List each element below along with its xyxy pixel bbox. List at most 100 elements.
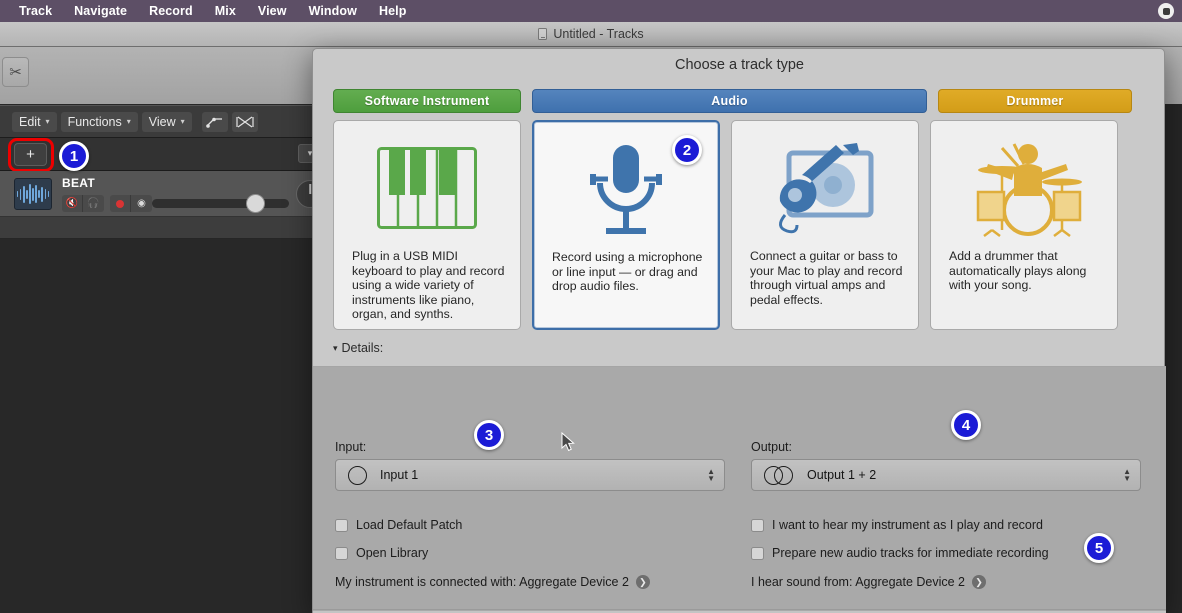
tab-drummer-label: Drummer	[1006, 94, 1064, 108]
checkbox-open-library[interactable]: Open Library	[335, 546, 428, 560]
volume-slider[interactable]	[152, 194, 289, 213]
checkbox-box[interactable]	[751, 546, 764, 560]
details-disclosure[interactable]: ▾ Details:	[333, 341, 383, 355]
stereo-output-icon	[764, 465, 794, 485]
output-device-text: I hear sound from: Aggregate Device 2	[751, 575, 966, 589]
disclosure-arrow-icon[interactable]: ❯	[972, 575, 987, 589]
new-track-dialog: Choose a track type Software Instrument …	[312, 48, 1166, 613]
card-guitar-description: Connect a guitar or bass to your Mac to …	[750, 249, 903, 307]
card-audio-description: Record using a microphone or line input …	[552, 250, 703, 294]
window-title-wrap: Untitled - Tracks	[538, 27, 644, 41]
output-value: Output 1 + 2	[807, 468, 877, 482]
dialog-details-pane: Input: Input 1 ▲ ▼ Output: Output 1 + 2 ▲…	[313, 367, 1166, 613]
checkbox-load-default-patch[interactable]: Load Default Patch	[335, 518, 462, 532]
track-type-tabs: Software Instrument Audio Drummer	[333, 89, 1146, 113]
mono-input-icon	[348, 465, 367, 485]
checkbox-open-library-label: Open Library	[356, 546, 429, 560]
track-name-label: BEAT	[62, 176, 95, 190]
checkbox-box[interactable]	[335, 546, 348, 560]
checkbox-prepare-tracks[interactable]: Prepare new audio tracks for immediate r…	[751, 546, 1049, 560]
card-guitar[interactable]: Connect a guitar or bass to your Mac to …	[731, 120, 919, 330]
input-monitor-icon[interactable]: ◉	[131, 195, 152, 212]
guitar-amp-icon	[732, 129, 918, 247]
card-drummer[interactable]: Add a drummer that automatically plays a…	[930, 120, 1118, 330]
document-icon	[538, 28, 548, 40]
footer-divider	[313, 609, 1166, 610]
input-select[interactable]: Input 1 ▲ ▼	[335, 459, 725, 491]
window-titlebar: Untitled - Tracks	[0, 22, 1182, 47]
tracks-area-background	[0, 217, 330, 239]
checkbox-box[interactable]	[751, 518, 764, 532]
scissors-icon[interactable]: ✂	[2, 57, 29, 87]
checkbox-hear-instrument-label: I want to hear my instrument as I play a…	[772, 518, 1043, 532]
annotation-badge-2: 2	[672, 135, 702, 165]
checkbox-box[interactable]	[335, 518, 348, 532]
audio-waveform-icon	[14, 178, 52, 210]
tracks-menu-view[interactable]: View ▾	[141, 111, 192, 132]
menu-item-view[interactable]: View	[247, 0, 298, 22]
tracks-menu-edit-label: Edit	[19, 114, 41, 129]
chevron-updown-icon: ▲ ▼	[1123, 467, 1131, 483]
drummer-icon	[931, 129, 1117, 247]
card-drummer-description: Add a drummer that automatically plays a…	[949, 249, 1087, 293]
tracks-menu-edit[interactable]: Edit ▾	[12, 111, 57, 132]
add-track-highlight-ring	[8, 138, 54, 172]
tab-drummer[interactable]: Drummer	[938, 89, 1132, 113]
mute-icon[interactable]: 🔇	[62, 195, 83, 212]
tracks-menu-functions-label: Functions	[67, 114, 122, 129]
menu-item-help[interactable]: Help	[368, 0, 418, 22]
instrument-device-link[interactable]: My instrument is connected with: Aggrega…	[335, 575, 650, 589]
automation-icon[interactable]	[201, 111, 228, 132]
tracks-toolbar: Edit ▾ Functions ▾ View ▾	[0, 105, 330, 138]
chevron-down-icon: ▾	[45, 117, 50, 126]
checkbox-prepare-tracks-label: Prepare new audio tracks for immediate r…	[772, 546, 1049, 560]
output-select[interactable]: Output 1 + 2 ▲ ▼	[751, 459, 1141, 491]
output-device-link[interactable]: I hear sound from: Aggregate Device 2 ❯	[751, 575, 987, 589]
chevron-down-icon: ▾	[126, 117, 131, 126]
checkbox-load-default-patch-label: Load Default Patch	[356, 518, 463, 532]
card-software-instrument-description: Plug in a USB MIDI keyboard to play and …	[352, 249, 505, 322]
tracks-menu-view-label: View	[148, 114, 176, 129]
tab-software-instrument-label: Software Instrument	[364, 94, 490, 108]
input-value: Input 1	[380, 468, 419, 482]
card-software-instrument[interactable]: Plug in a USB MIDI keyboard to play and …	[333, 120, 521, 330]
record-enable-icon[interactable]	[110, 195, 131, 212]
volume-slider-knob[interactable]	[246, 194, 265, 213]
menu-item-navigate[interactable]: Navigate	[63, 0, 138, 22]
tracks-tool-icons	[201, 111, 258, 132]
disclosure-arrow-icon[interactable]: ❯	[635, 575, 650, 589]
menu-bar: Track Navigate Record Mix View Window He…	[0, 0, 1182, 22]
track-mute-solo-group: 🔇 🎧	[62, 195, 104, 212]
menu-item-mix[interactable]: Mix	[204, 0, 247, 22]
annotation-badge-5: 5	[1084, 533, 1114, 563]
input-label: Input:	[335, 440, 367, 454]
chevron-down-icon: ▾	[180, 117, 185, 126]
piano-keys-icon	[334, 129, 520, 247]
dialog-title: Choose a track type	[675, 57, 804, 73]
details-label: Details:	[341, 341, 384, 355]
headphones-icon[interactable]: 🎧	[83, 195, 104, 212]
page-title: Untitled - Tracks	[553, 27, 644, 41]
screen-root: Track Navigate Record Mix View Window He…	[0, 0, 1182, 613]
tab-audio[interactable]: Audio	[532, 89, 927, 113]
output-label: Output:	[751, 440, 792, 454]
annotation-badge-4: 4	[951, 410, 981, 440]
disclosure-triangle-icon: ▾	[333, 342, 338, 353]
chevron-updown-icon: ▲ ▼	[707, 467, 715, 483]
flex-time-icon[interactable]	[231, 111, 258, 132]
menu-item-record[interactable]: Record	[138, 0, 204, 22]
tab-software-instrument[interactable]: Software Instrument	[333, 89, 521, 113]
annotation-badge-1: 1	[59, 141, 89, 171]
menu-item-window[interactable]: Window	[298, 0, 368, 22]
tracks-menu-functions[interactable]: Functions ▾	[60, 111, 138, 132]
menu-item-track[interactable]: Track	[8, 0, 63, 22]
tab-audio-label: Audio	[711, 94, 748, 108]
menu-bar-right	[1158, 3, 1174, 19]
checkbox-hear-instrument[interactable]: I want to hear my instrument as I play a…	[751, 518, 1043, 532]
siri-icon[interactable]	[1158, 3, 1174, 19]
track-record-monitor-group: ◉	[110, 195, 152, 212]
track-type-cards: Plug in a USB MIDI keyboard to play and …	[333, 120, 1146, 330]
instrument-device-text: My instrument is connected with: Aggrega…	[335, 575, 629, 589]
annotation-badge-3: 3	[474, 420, 504, 450]
right-edge-panel	[1164, 104, 1182, 613]
